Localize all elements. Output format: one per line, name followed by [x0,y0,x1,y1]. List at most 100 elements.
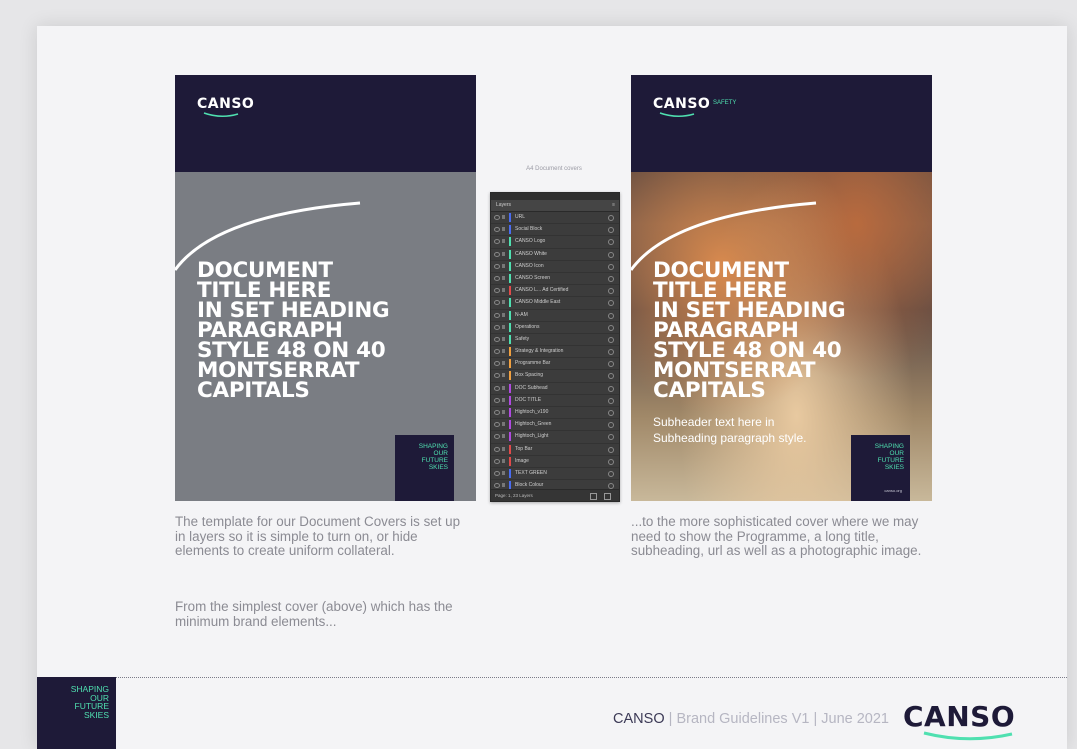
target-icon[interactable] [608,373,614,380]
layer-row[interactable]: CANSO Logo [491,236,619,249]
layer-color-swatch [509,261,511,271]
layer-name: CANSO White [515,250,547,257]
eye-icon[interactable] [494,470,500,476]
target-icon[interactable] [608,397,614,404]
target-icon[interactable] [608,312,614,319]
eye-icon[interactable] [494,422,500,428]
layer-row[interactable]: CANSO White [491,249,619,261]
eye-icon[interactable] [494,434,500,440]
target-icon[interactable] [608,446,614,453]
target-icon[interactable] [608,336,614,343]
layer-row[interactable]: Safety [491,334,619,347]
layer-row[interactable]: Social Block [491,224,619,237]
layer-row[interactable]: Top Bar [491,444,619,456]
lock-icon[interactable] [502,239,505,244]
layers-tab[interactable]: Layers [496,202,511,208]
target-icon[interactable] [608,215,614,221]
target-icon[interactable] [608,275,614,282]
lock-icon[interactable] [502,373,505,378]
eye-icon[interactable] [494,288,500,294]
layer-row[interactable]: Hightoch_v190 [491,407,619,420]
layer-row[interactable]: CANSO L... Ad Certified [491,285,619,298]
layer-name: DOC TITLE [515,396,542,403]
layer-row[interactable]: CANSO Middle East [491,297,619,310]
lock-icon[interactable] [502,312,505,317]
eye-icon[interactable] [494,458,500,464]
layer-row[interactable]: DOC TITLE [491,395,619,407]
eye-icon[interactable] [494,312,500,318]
footer-doc-name: Brand Guidelines V1 [676,711,810,727]
lock-icon[interactable] [502,410,505,414]
eye-icon[interactable] [494,215,500,220]
lock-icon[interactable] [502,227,505,232]
target-icon[interactable] [608,385,614,392]
layer-row[interactable]: Programme Bar [491,358,619,371]
layer-row[interactable]: Operations [491,322,619,334]
target-icon[interactable] [608,288,614,295]
lock-icon[interactable] [502,288,505,293]
eye-icon[interactable] [494,239,500,245]
eye-icon[interactable] [494,397,500,403]
lock-icon[interactable] [502,251,505,256]
eye-icon[interactable] [494,324,500,330]
lock-icon[interactable] [502,215,505,219]
lock-icon[interactable] [502,336,505,341]
layer-row[interactable]: CANSO Screen [491,273,619,286]
lock-icon[interactable] [502,361,505,366]
eye-icon[interactable] [494,410,500,415]
layer-row[interactable]: Hightoch_Light [491,431,619,444]
target-icon[interactable] [608,410,614,416]
eye-icon[interactable] [494,251,500,257]
target-icon[interactable] [608,361,614,368]
eye-icon[interactable] [494,349,500,355]
layer-row[interactable]: N-AM [491,310,619,322]
lock-icon[interactable] [502,397,505,402]
layer-row[interactable]: Hightoch_Green [491,419,619,432]
layer-row[interactable]: Image [491,456,619,468]
new-layer-icon[interactable] [590,493,597,500]
eye-icon[interactable] [494,483,500,489]
eye-icon[interactable] [494,446,500,452]
lock-icon[interactable] [502,434,505,439]
target-icon[interactable] [608,434,614,441]
target-icon[interactable] [608,458,614,465]
target-icon[interactable] [608,227,614,234]
layer-row[interactable]: CANSO Icon [491,261,619,273]
target-icon[interactable] [608,422,614,429]
lock-icon[interactable] [502,446,505,451]
layer-row[interactable]: TEXT GREEN [491,468,619,481]
layer-row[interactable]: URL [491,212,619,225]
lock-icon[interactable] [502,470,505,475]
layer-color-swatch [509,468,511,478]
eye-icon[interactable] [494,385,500,391]
eye-icon[interactable] [494,336,500,342]
lock-icon[interactable] [502,385,505,390]
lock-icon[interactable] [502,275,505,280]
layer-row[interactable]: DOC Subhead [491,383,619,395]
lock-icon[interactable] [502,483,505,488]
lock-icon[interactable] [502,349,505,354]
menu-icon[interactable]: ≡ [612,202,615,208]
target-icon[interactable] [608,239,614,246]
lock-icon[interactable] [502,324,505,329]
eye-icon[interactable] [494,300,500,306]
layer-row[interactable]: Box Spacing [491,370,619,383]
eye-icon[interactable] [494,275,500,281]
eye-icon[interactable] [494,227,500,233]
lock-icon[interactable] [502,422,505,427]
lock-icon[interactable] [502,263,505,268]
eye-icon[interactable] [494,361,500,367]
target-icon[interactable] [608,300,614,307]
lock-icon[interactable] [502,300,505,305]
layer-name: N-AM [515,311,528,318]
trash-icon[interactable] [604,493,611,500]
eye-icon[interactable] [494,373,500,379]
target-icon[interactable] [608,251,614,258]
target-icon[interactable] [608,263,614,270]
eye-icon[interactable] [494,263,500,269]
layer-row[interactable]: Strategy & Integration [491,346,619,359]
target-icon[interactable] [608,470,614,477]
lock-icon[interactable] [502,458,505,463]
target-icon[interactable] [608,324,614,331]
target-icon[interactable] [608,349,614,356]
